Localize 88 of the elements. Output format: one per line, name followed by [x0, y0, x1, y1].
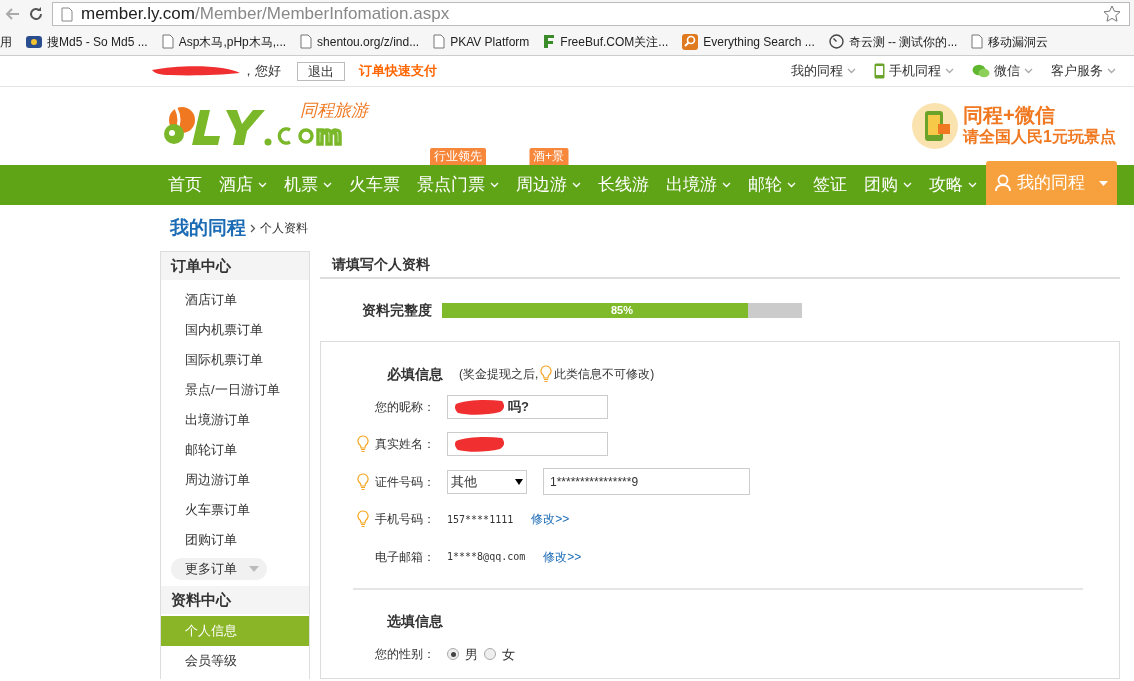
field-label: 手机号码： [375, 511, 435, 529]
id-number-input[interactable]: 1****************9 [543, 468, 750, 496]
bookmark-link[interactable]: 用 [0, 32, 19, 51]
page-icon [61, 6, 73, 22]
sidebar-item[interactable]: 国际机票订单 [161, 345, 309, 375]
letter-f-icon [543, 34, 556, 49]
text-input[interactable]: 吗? [447, 394, 608, 419]
logo-tagline: 同程旅游 [300, 100, 368, 122]
logout-button[interactable]: 退出 [297, 61, 345, 81]
caret-icon [847, 68, 856, 74]
sidebar-section-title: 订单中心 [161, 252, 309, 280]
form-section-title: 必填信息 [386, 364, 444, 384]
top-menu-link[interactable]: 客户服务 [1051, 61, 1116, 81]
phone-promo-icon [911, 102, 960, 150]
dropdown-arrow-icon [515, 478, 523, 485]
bookmark-link[interactable]: FreeBuf.COM关注... [536, 32, 676, 51]
field-value: 1****8@qq.com [447, 550, 526, 565]
page-icon [971, 34, 984, 49]
field-value: 157****1111 [447, 512, 514, 527]
sidebar-item[interactable]: 国内机票订单 [161, 315, 309, 345]
form-section-title: 选填信息 [386, 612, 444, 631]
text-input[interactable] [447, 432, 608, 457]
edit-link[interactable]: 修改>> [531, 510, 570, 529]
note-text: 此类信息不可修改) [554, 366, 655, 383]
site-icon [26, 34, 42, 49]
breadcrumb-link[interactable]: 我的同程 [170, 213, 246, 243]
field-label: 您的性别： [375, 646, 435, 664]
sidebar-item[interactable]: 会员等级 [161, 646, 309, 676]
progress-reading: 85% [611, 302, 633, 318]
radio-button[interactable] [447, 648, 459, 661]
nav-badge: 行业领先 [430, 148, 486, 165]
bookmark-link[interactable]: 奇云测 -- 测试你的... [821, 32, 965, 51]
chevron-icon [250, 223, 256, 233]
bookmark-link[interactable]: PKAV Platform [426, 32, 537, 51]
more-orders-button[interactable]: 更多订单 [171, 558, 267, 580]
radio-option[interactable]: 男 [447, 644, 478, 664]
radio-option[interactable]: 女 [484, 644, 515, 664]
bookmark-link[interactable]: Everything Search ... [675, 32, 822, 51]
radio-button[interactable] [484, 648, 496, 661]
promo-title: 同程+微信 [963, 104, 1056, 126]
caret-icon [1099, 180, 1108, 186]
magnifier-icon [682, 33, 699, 50]
bookmark-link[interactable]: 搜Md5 - So Md5 ... [19, 32, 155, 51]
field-label: 电子邮箱： [375, 548, 435, 566]
star-icon [1103, 5, 1121, 23]
sidebar-item[interactable]: 酒店订单 [161, 285, 309, 315]
person-icon [995, 174, 1011, 192]
sidebar-item[interactable]: 出境游订单 [161, 405, 309, 435]
id-type-select[interactable]: 其他 [447, 469, 527, 494]
note-text: (奖金提现之后, [459, 366, 539, 383]
sidebar-item[interactable]: 火车票订单 [161, 495, 309, 525]
field-label: 证件号码： [375, 473, 435, 491]
caret-icon [249, 566, 259, 572]
top-menu-link[interactable]: 手机同程 [874, 61, 954, 81]
bookmark-link[interactable]: 移动漏洞云 [964, 32, 1056, 51]
clock-icon [828, 34, 844, 49]
page-icon [161, 34, 174, 49]
lightbulb-icon [540, 365, 553, 383]
caret-icon [1107, 68, 1116, 74]
bookmark-link[interactable]: shentou.org/z/ind... [293, 32, 427, 51]
sidebar-item[interactable]: 团购订单 [161, 525, 309, 555]
progress-label: 资料完整度 [362, 300, 432, 320]
back-icon [4, 7, 20, 21]
greeting-text: ，您好 [242, 62, 281, 81]
input-value: 吗? [508, 398, 529, 416]
caret-icon [945, 68, 954, 74]
phone-icon [874, 63, 885, 79]
reload-icon [28, 6, 44, 22]
field-label: 真实姓名： [375, 436, 435, 454]
chat-bubbles-icon [972, 64, 990, 78]
sidebar-item[interactable]: 周边游订单 [161, 465, 309, 495]
section-title: 请填写个人资料 [332, 254, 430, 274]
caret-icon [1024, 68, 1033, 74]
page-icon [300, 34, 313, 49]
address-bar[interactable]: member.ly.com/Member/MemberInfomation.aspx [52, 2, 1130, 26]
url-text: member.ly.com/Member/MemberInfomation.aspx [81, 3, 450, 26]
bookmark-link[interactable]: Asp木马,pHp木马,... [154, 32, 294, 51]
sidebar-item[interactable]: 邮轮订单 [161, 435, 309, 465]
top-menu-link[interactable]: 微信 [972, 61, 1033, 81]
nav-badge: 酒+景 [529, 148, 568, 165]
edit-link[interactable]: 修改>> [543, 547, 582, 566]
sidebar-item[interactable]: 景点/一日游订单 [161, 375, 309, 405]
breadcrumb-current: 个人资料 [260, 220, 308, 237]
promo-subtitle: 请全国人民1元玩景点 [963, 127, 1116, 147]
page-icon [433, 34, 446, 49]
field-label: 您的昵称： [375, 398, 435, 416]
sidebar-section-title: 资料中心 [161, 586, 309, 614]
top-menu-link[interactable]: 我的同程 [791, 61, 856, 81]
